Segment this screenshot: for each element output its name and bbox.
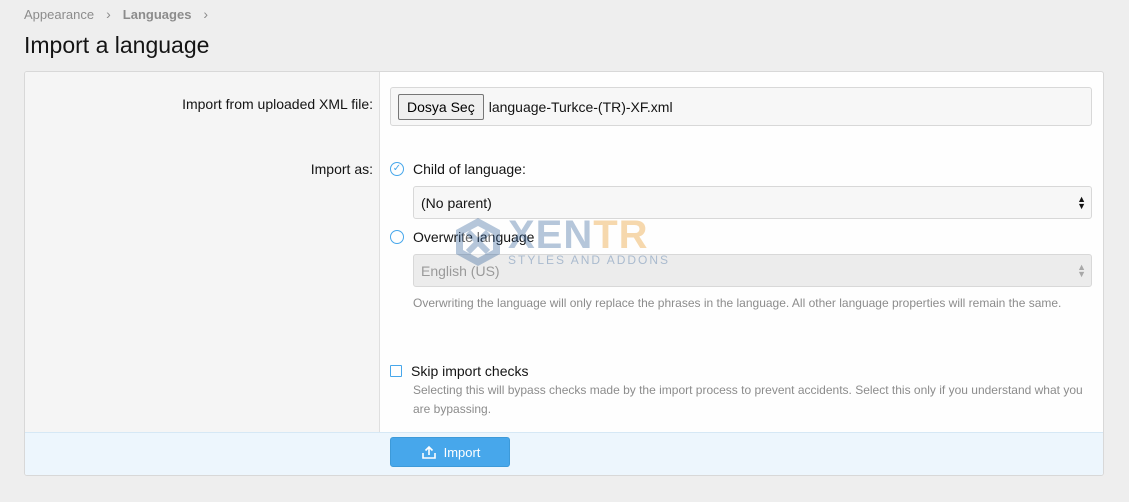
parent-language-value: (No parent) [421,194,492,211]
file-upload-field[interactable]: Dosya Seç language-Turkce-(TR)-XF.xml [390,87,1092,126]
radio-checked-icon[interactable]: ✓ [390,162,404,176]
overwrite-language-label: Overwrite language [413,229,535,245]
skip-import-checks-checkbox[interactable]: Skip import checks [390,363,528,379]
breadcrumb-item-appearance[interactable]: Appearance [24,7,94,22]
upload-label: Import from uploaded XML file: [182,96,373,112]
selected-file-name: language-Turkce-(TR)-XF.xml [488,98,673,115]
checkbox-icon[interactable] [390,365,402,377]
child-of-language-label: Child of language: [413,161,526,177]
form-label-column [25,72,380,433]
child-of-language-radio[interactable]: ✓ Child of language: [390,161,526,177]
breadcrumb-separator: › [203,6,209,22]
parent-language-select[interactable]: (No parent) ▲ ▼ [413,186,1092,219]
page-title: Import a language [24,32,210,58]
skip-checks-hint: Selecting this will bypass checks made b… [413,383,1083,416]
form-submit-row: Import [25,432,1103,475]
breadcrumb-separator: › [106,6,111,22]
upload-icon [421,445,436,459]
import-button[interactable]: Import [390,437,510,467]
skip-import-checks-label: Skip import checks [411,363,529,379]
watermark-accent-text: TR [593,213,649,257]
overwrite-language-select[interactable]: English (US) ▲ ▼ [413,254,1092,287]
breadcrumb: Appearance › Languages › [24,6,220,22]
overwrite-hint: Overwriting the language will only repla… [413,296,1062,310]
choose-file-button[interactable]: Dosya Seç [398,93,484,120]
import-button-label: Import [443,444,481,460]
radio-unchecked-icon[interactable] [390,230,404,244]
import-form: Import from uploaded XML file: Dosya Seç… [24,71,1104,476]
select-arrows-icon: ▲ ▼ [1077,193,1086,211]
overwrite-language-value: English (US) [421,262,500,279]
breadcrumb-item-languages[interactable]: Languages [123,7,192,22]
select-arrows-icon: ▲ ▼ [1077,261,1086,279]
overwrite-language-radio[interactable]: Overwrite language [390,229,534,245]
import-as-label: Import as: [310,161,373,177]
